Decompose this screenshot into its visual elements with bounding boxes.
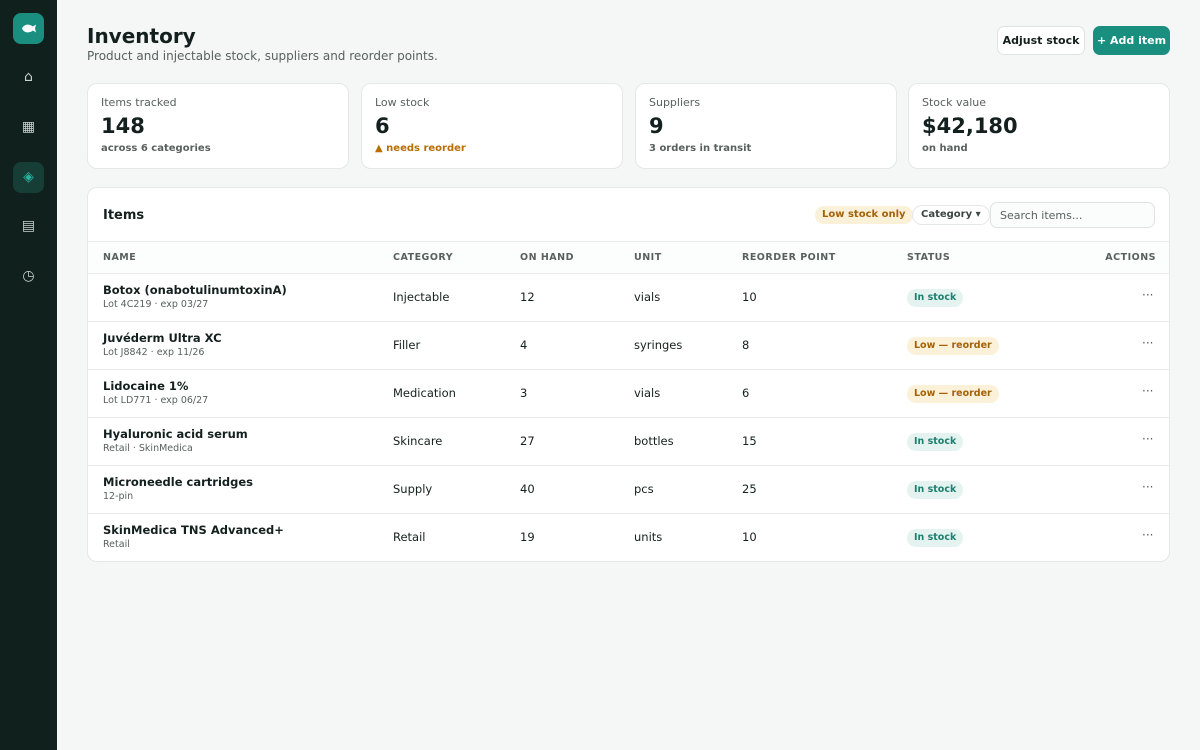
table-row[interactable]: Botox (onabotulinumtoxinA) Lot 4C219 · ex… [88, 274, 1169, 322]
table-row[interactable]: Lidocaine 1% Lot LD771 · exp 06/27 Medicat… [88, 370, 1169, 418]
search-input[interactable] [990, 202, 1155, 228]
item-details: Retail [103, 539, 130, 550]
stat-note: across 6 categories [101, 143, 211, 154]
status-badge: In stock [907, 481, 964, 499]
table-row[interactable]: SkinMedica TNS Advanced+ Retail Retail 19 un… [88, 514, 1169, 561]
page-subtitle: Product and injectable stock, suppliers … [87, 49, 438, 63]
item-category: Supply [393, 482, 433, 496]
logo-mark-icon [22, 24, 36, 33]
history-icon[interactable]: ◷ [13, 261, 44, 292]
stat-value: 9 [649, 114, 664, 138]
item-unit: units [634, 530, 663, 544]
more-actions-icon[interactable]: ··· [1142, 432, 1153, 446]
low-stock-filter-chip[interactable]: Low stock only [815, 206, 913, 224]
item-name[interactable]: Hyaluronic acid serum [103, 427, 248, 441]
item-name[interactable]: Lidocaine 1% [103, 379, 188, 393]
clinic-logo[interactable] [13, 13, 44, 44]
item-name[interactable]: Botox (onabotulinumtoxinA) [103, 283, 287, 297]
stat-card: Suppliers 9 3 orders in transit [635, 83, 897, 169]
column-header[interactable]: STATUS [907, 252, 950, 263]
item-on-hand: 12 [520, 290, 535, 304]
item-name[interactable]: Microneedle cartridges [103, 475, 253, 489]
stat-label: Stock value [922, 96, 986, 109]
item-on-hand: 4 [520, 338, 528, 352]
item-category: Filler [393, 338, 421, 352]
item-unit: pcs [634, 482, 654, 496]
column-header[interactable]: REORDER POINT [742, 252, 836, 263]
item-category: Injectable [393, 290, 450, 304]
more-actions-icon[interactable]: ··· [1142, 288, 1153, 302]
item-category: Skincare [393, 434, 443, 448]
item-name[interactable]: Juvéderm Ultra XC [103, 331, 222, 345]
table-header: NAME CATEGORY ON HAND UNIT REORDER POINT STAT… [88, 241, 1169, 274]
item-on-hand: 19 [520, 530, 535, 544]
records-icon[interactable]: ▤ [13, 211, 44, 242]
item-name[interactable]: SkinMedica TNS Advanced+ [103, 523, 284, 537]
column-header[interactable]: ACTIONS [1105, 252, 1156, 263]
item-on-hand: 40 [520, 482, 535, 496]
item-category: Retail [393, 530, 426, 544]
add-item-button[interactable]: + Add item [1093, 26, 1170, 55]
stat-value: 148 [101, 114, 145, 138]
status-badge: In stock [907, 289, 964, 307]
table-row[interactable]: Hyaluronic acid serum Retail · SkinMedica… [88, 418, 1169, 466]
item-details: Retail · SkinMedica [103, 443, 193, 454]
column-header[interactable]: ON HAND [520, 252, 574, 263]
item-details: Lot J8842 · exp 11/26 [103, 347, 205, 358]
more-actions-icon[interactable]: ··· [1142, 480, 1153, 494]
stat-card: Low stock 6 ▲ needs reorder [361, 83, 623, 169]
page-title: Inventory [87, 24, 196, 48]
item-reorder-point: 25 [742, 482, 757, 496]
item-details: Lot 4C219 · exp 03/27 [103, 299, 209, 310]
item-details: 12-pin [103, 491, 134, 502]
status-badge: In stock [907, 529, 964, 547]
table-row[interactable]: Juvéderm Ultra XC Lot J8842 · exp 11/26 Fi… [88, 322, 1169, 370]
sidebar: ⌂ ▦ ◈ ▤ ◷ [0, 0, 57, 750]
table-row[interactable]: Microneedle cartridges 12-pin Supply 40 pcs 2… [88, 466, 1169, 514]
column-header[interactable]: NAME [103, 252, 136, 263]
item-reorder-point: 15 [742, 434, 757, 448]
more-actions-icon[interactable]: ··· [1142, 336, 1153, 350]
status-badge: In stock [907, 433, 964, 451]
calendar-icon[interactable]: ▦ [13, 112, 44, 143]
items-title: Items [103, 208, 145, 223]
stat-note: ▲ needs reorder [375, 143, 466, 154]
items-panel: Items Low stock only Category ▾ NAME CATE… [87, 187, 1170, 562]
item-on-hand: 3 [520, 386, 528, 400]
status-badge: Low — reorder [907, 385, 999, 403]
stat-note: on hand [922, 143, 968, 154]
stat-card: Stock value $42,180 on hand [908, 83, 1170, 169]
stat-label: Items tracked [101, 96, 177, 109]
item-reorder-point: 8 [742, 338, 750, 352]
stat-label: Suppliers [649, 96, 701, 109]
stat-value: $42,180 [922, 114, 1018, 138]
item-on-hand: 27 [520, 434, 535, 448]
stat-value: 6 [375, 114, 390, 138]
item-reorder-point: 10 [742, 290, 757, 304]
home-icon[interactable]: ⌂ [13, 62, 44, 93]
inventory-icon[interactable]: ◈ [13, 162, 44, 193]
item-category: Medication [393, 386, 456, 400]
adjust-stock-button[interactable]: Adjust stock [997, 26, 1085, 55]
item-unit: bottles [634, 434, 674, 448]
item-reorder-point: 10 [742, 530, 757, 544]
item-reorder-point: 6 [742, 386, 750, 400]
stat-card: Items tracked 148 across 6 categories [87, 83, 349, 169]
item-unit: syringes [634, 338, 683, 352]
column-header[interactable]: CATEGORY [393, 252, 453, 263]
status-badge: Low — reorder [907, 337, 999, 355]
item-unit: vials [634, 386, 661, 400]
stat-note: 3 orders in transit [649, 143, 752, 154]
stat-label: Low stock [375, 96, 430, 109]
item-details: Lot LD771 · exp 06/27 [103, 395, 209, 406]
more-actions-icon[interactable]: ··· [1142, 528, 1153, 542]
column-header[interactable]: UNIT [634, 252, 662, 263]
item-unit: vials [634, 290, 661, 304]
category-filter-dropdown[interactable]: Category ▾ [912, 205, 990, 225]
more-actions-icon[interactable]: ··· [1142, 384, 1153, 398]
